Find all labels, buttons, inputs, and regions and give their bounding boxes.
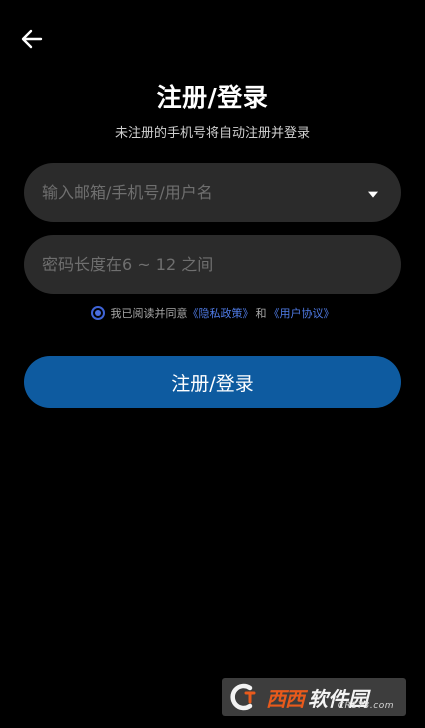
page-title: 注册/登录 <box>156 83 269 112</box>
watermark-domain: CR173.com <box>337 701 394 711</box>
account-input[interactable] <box>42 163 383 222</box>
password-input[interactable] <box>42 235 383 294</box>
register-login-button[interactable]: 注册/登录 <box>24 356 401 408</box>
user-agreement-link[interactable]: 《用户协议》 <box>269 305 335 321</box>
watermark-brand-xi: 西西 <box>266 686 305 711</box>
radio-checked-dot <box>94 310 101 316</box>
page-subtitle: 未注册的手机号将自动注册并登录 <box>114 126 310 141</box>
site-watermark: 西西 软件园 CR173.com <box>222 678 406 716</box>
account-field <box>24 163 401 222</box>
back-button[interactable] <box>14 22 50 56</box>
watermark-logo-icon <box>228 682 262 712</box>
arrow-left-icon <box>21 29 43 49</box>
account-dropdown-toggle[interactable] <box>365 186 381 202</box>
agreement-prefix: 我已阅读并同意 <box>110 307 188 320</box>
agreement-radio[interactable] <box>90 306 105 320</box>
password-field <box>24 235 401 294</box>
caret-down-icon <box>368 191 378 198</box>
agreement-row: 我已阅读并同意 《隐私政策》 和 《用户协议》 <box>0 305 425 321</box>
privacy-policy-link[interactable]: 《隐私政策》 <box>188 305 254 321</box>
agreement-and: 和 <box>255 307 267 320</box>
